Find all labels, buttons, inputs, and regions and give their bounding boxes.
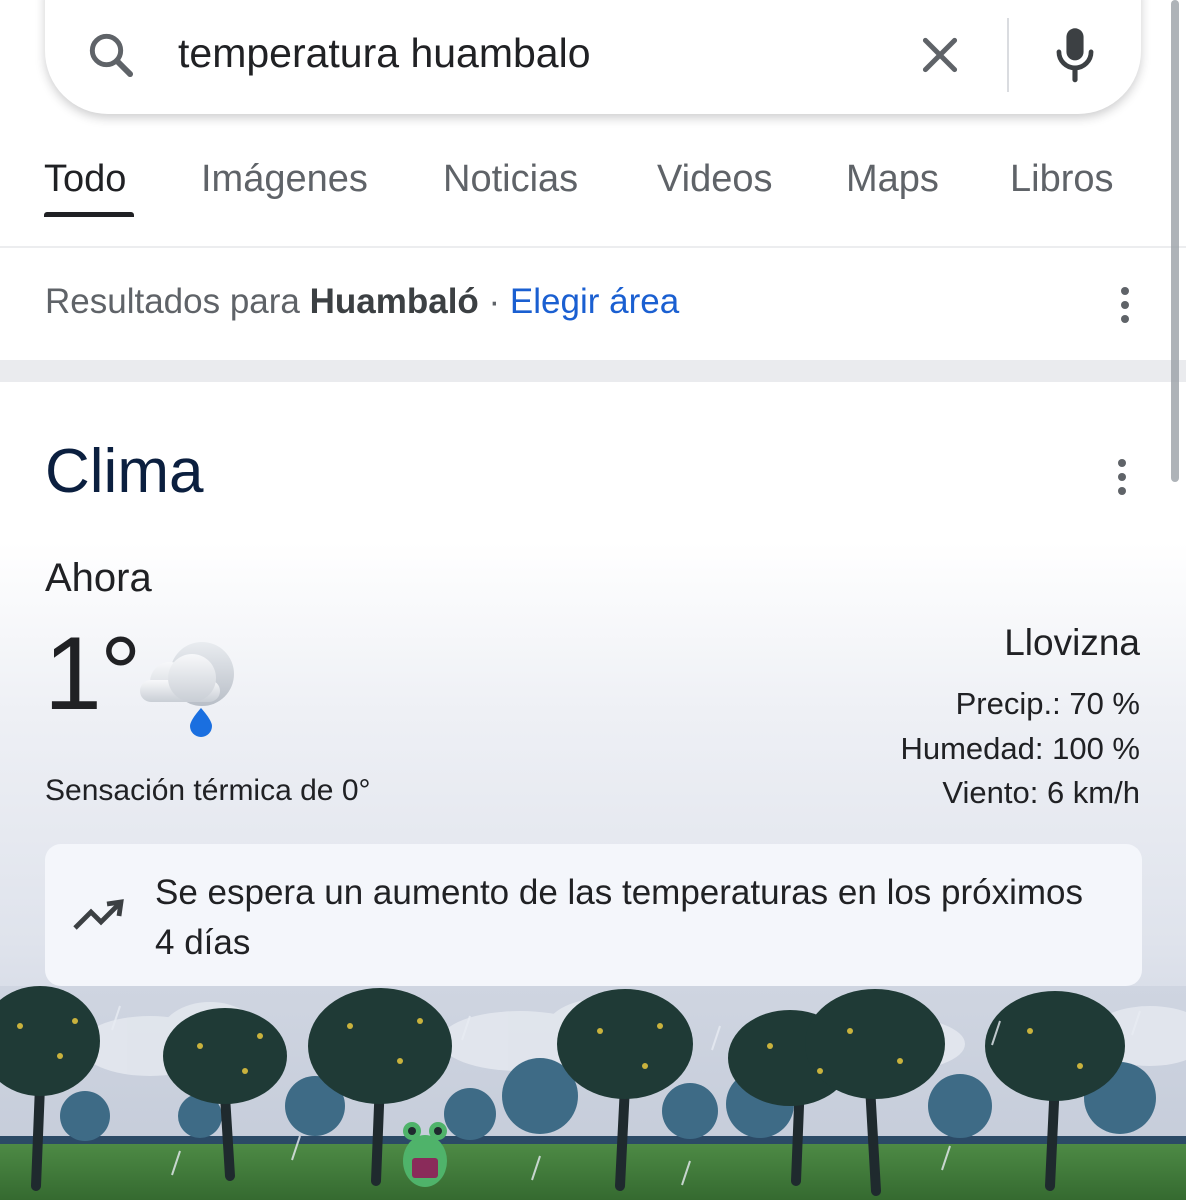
humidity-stat: Humedad: 100 % [900, 731, 1140, 766]
tab-videos[interactable]: Videos [657, 158, 773, 201]
tab-todo[interactable]: Todo [44, 158, 126, 201]
search-tabs: Todo Imágenes Noticias Videos Maps Libro… [0, 130, 1186, 248]
location-place: Huambaló [309, 282, 479, 321]
section-divider [0, 360, 1186, 382]
current-temperature: 1° [44, 616, 141, 732]
cloud-drizzle-icon [140, 642, 234, 737]
weather-more-options-icon[interactable] [1116, 456, 1128, 498]
trending-up-icon [73, 899, 124, 930]
weather-condition: Llovizna [1004, 622, 1140, 663]
page-scrollbar[interactable] [1171, 0, 1179, 482]
tab-noticias[interactable]: Noticias [443, 158, 578, 201]
location-prefix: Resultados para [45, 282, 310, 321]
tab-libros[interactable]: Libros [1010, 158, 1114, 201]
search-input[interactable] [178, 22, 858, 84]
location-more-options-icon[interactable] [1119, 284, 1131, 326]
rainy-landscape-illustration [0, 986, 1186, 1200]
search-divider [1007, 18, 1009, 92]
feels-like-text: Sensación térmica de 0° [45, 774, 371, 807]
search-icon[interactable] [84, 28, 138, 82]
now-label: Ahora [45, 556, 152, 600]
location-text: Resultados para Huambaló · Elegir área [45, 282, 679, 322]
microphone-icon[interactable] [1049, 24, 1101, 84]
weather-card: Clima Ahora 1° Sensación térmica de 0° L… [0, 382, 1186, 1200]
active-tab-indicator [44, 212, 134, 217]
location-row: Resultados para Huambaló · Elegir área [0, 250, 1186, 360]
weather-title: Clima [45, 437, 204, 506]
wind-stat: Viento: 6 km/h [942, 775, 1140, 810]
search-header [0, 0, 1186, 130]
tab-maps[interactable]: Maps [846, 158, 939, 201]
location-separator: · [478, 282, 510, 321]
close-icon[interactable] [915, 30, 965, 80]
precipitation-stat: Precip.: 70 % [955, 686, 1140, 721]
choose-area-link[interactable]: Elegir área [510, 282, 679, 321]
forecast-trend-text: Se espera un aumento de las temperaturas… [155, 873, 1084, 962]
forecast-trend-card[interactable]: Se espera un aumento de las temperaturas… [45, 844, 1142, 986]
tab-imagenes[interactable]: Imágenes [201, 158, 368, 201]
